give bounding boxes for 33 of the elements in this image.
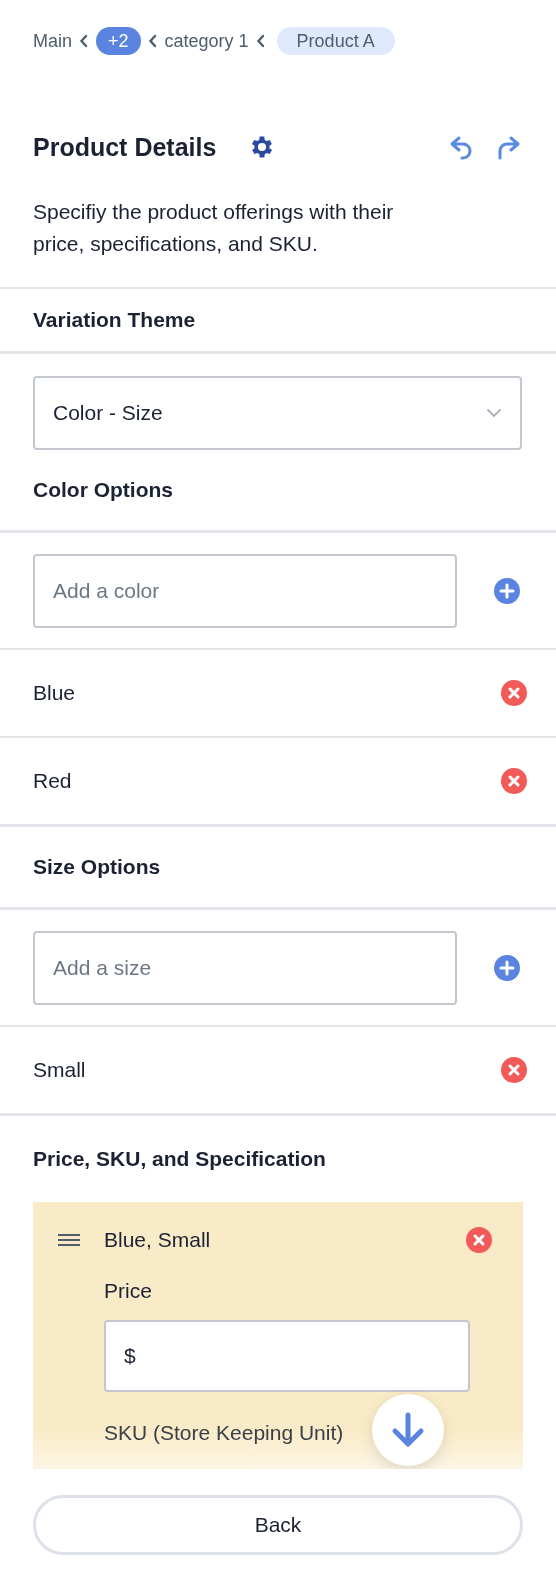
remove-icon[interactable] <box>501 1057 527 1083</box>
text-input[interactable]: Add a color <box>33 554 457 628</box>
section-heading: Variation Theme <box>33 308 196 332</box>
field-label: Price <box>104 1278 153 1304</box>
chevron-down-icon <box>486 408 502 418</box>
price-input[interactable]: $ <box>104 1320 470 1392</box>
section-heading: Price, SKU, and Specification <box>33 1147 326 1171</box>
add-icon[interactable] <box>494 578 520 604</box>
remove-icon[interactable] <box>501 768 527 794</box>
breadcrumb-link[interactable]: category 1 <box>164 27 249 55</box>
chevron-left-icon <box>255 34 266 48</box>
option-label: Blue <box>33 681 76 705</box>
option-label: Small <box>33 1058 86 1082</box>
back-button[interactable]: Back <box>33 1495 523 1555</box>
section-heading: Color Options <box>33 478 173 502</box>
collapsed-breadcrumb-button[interactable]: +2 <box>96 27 141 55</box>
field-label: SKU (Store Keeping Unit) <box>104 1420 344 1446</box>
section-heading: Size Options <box>33 855 161 879</box>
chevron-left-icon <box>147 34 158 48</box>
variant-name: Blue, Small <box>104 1228 211 1252</box>
breadcrumb-link[interactable]: Main <box>33 27 72 55</box>
dropdown[interactable]: Color - Size <box>33 376 522 450</box>
current-breadcrumb[interactable]: Product A <box>276 27 395 55</box>
remove-icon[interactable] <box>501 680 527 706</box>
drag-handle-icon[interactable] <box>57 1233 81 1247</box>
description-text: Specifiy the product offerings with their price, specifications, and SKU. <box>33 199 395 257</box>
add-icon[interactable] <box>494 955 520 981</box>
remove-icon[interactable] <box>466 1227 492 1253</box>
text-input[interactable]: Add a size <box>33 931 457 1005</box>
option-label: Red <box>33 769 72 793</box>
arrow-down-icon <box>391 1412 425 1448</box>
page-title: Product Details <box>33 132 217 162</box>
chevron-left-icon <box>79 34 89 48</box>
